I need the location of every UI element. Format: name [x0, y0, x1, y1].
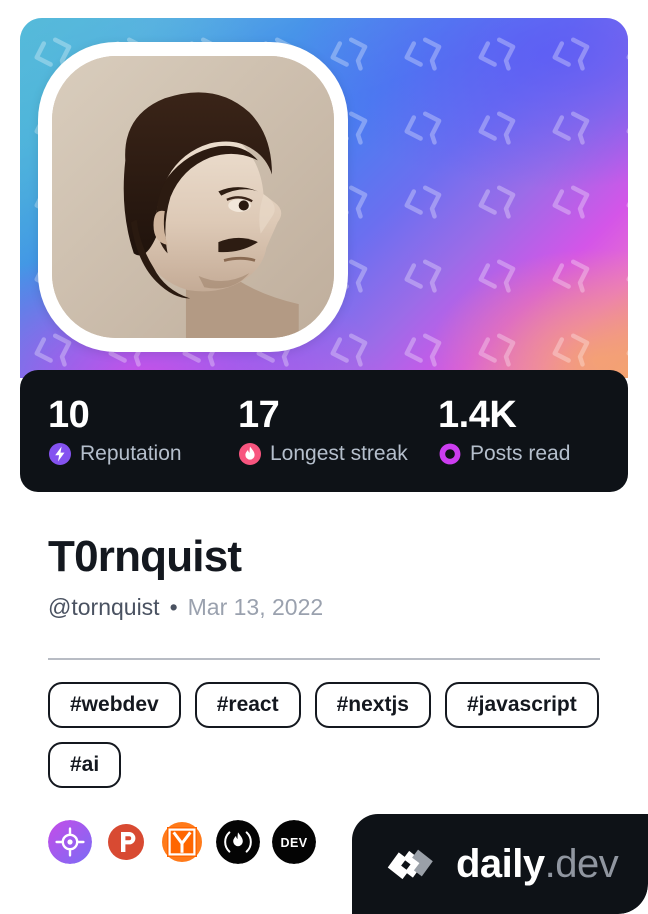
stat-label-row: Longest streak	[238, 442, 438, 466]
svg-text:DEV: DEV	[281, 836, 308, 850]
profile-name: T0rnquist	[48, 532, 242, 581]
stat-value: 1.4K	[438, 393, 517, 436]
dev-to-icon[interactable]: DEV	[272, 820, 316, 864]
codepen-target-icon[interactable]	[48, 820, 92, 864]
brand-name-secondary: .dev	[544, 842, 619, 886]
stat-value: 10	[48, 393, 90, 436]
profile-handle: @tornquist	[48, 594, 160, 620]
tag-chip[interactable]: #webdev	[48, 682, 181, 728]
profile-meta: @tornquist • Mar 13, 2022	[48, 594, 323, 621]
daily-dev-badge: daily.dev	[352, 814, 648, 914]
stat-value: 17	[238, 393, 280, 436]
tag-chip[interactable]: #nextjs	[314, 682, 431, 728]
hacker-news-icon[interactable]	[160, 820, 204, 864]
posts-read-ring-icon	[439, 444, 461, 465]
daily-dev-wordmark: daily.dev	[456, 842, 619, 886]
stats-bar: 10 Reputation 17 Longest streak 1.4K Pos…	[20, 370, 628, 492]
streak-flame-icon	[239, 443, 261, 466]
avatar	[38, 42, 348, 352]
tag-list: #webdev #react #nextjs #javascript #ai	[48, 682, 608, 788]
stat-reputation: 10 Reputation	[48, 393, 238, 467]
meta-separator: •	[169, 594, 178, 620]
stat-posts-read: 1.4K Posts read	[438, 393, 570, 467]
product-hunt-icon-glyph	[108, 824, 144, 860]
tag-chip[interactable]: #react	[194, 682, 301, 728]
avatar-image	[52, 56, 334, 338]
social-links: DEV	[48, 820, 316, 864]
tag-chip[interactable]: #ai	[48, 742, 122, 788]
stat-longest-streak: 17 Longest streak	[238, 393, 438, 467]
stat-label-text: Longest streak	[270, 442, 408, 466]
divider	[48, 658, 600, 660]
tag-chip[interactable]: #javascript	[444, 682, 599, 728]
hashnode-flame-icon-glyph	[216, 820, 260, 864]
hashnode-flame-icon[interactable]	[216, 820, 260, 864]
stat-label-text: Reputation	[80, 442, 182, 466]
stat-label-row: Posts read	[438, 442, 570, 466]
stat-label-row: Reputation	[48, 442, 238, 466]
hacker-news-icon-glyph	[162, 822, 202, 862]
product-hunt-icon[interactable]	[104, 820, 148, 864]
profile-joined-date: Mar 13, 2022	[187, 594, 324, 620]
reputation-bolt-icon	[49, 443, 71, 466]
brand-name-primary: daily	[456, 842, 545, 886]
stat-label-text: Posts read	[470, 442, 571, 466]
devcard: 10 Reputation 17 Longest streak 1.4K Pos…	[0, 0, 648, 914]
daily-dev-logo-icon	[387, 849, 433, 880]
dev-to-icon-glyph: DEV	[272, 820, 316, 864]
codepen-target-icon-glyph	[48, 820, 92, 864]
